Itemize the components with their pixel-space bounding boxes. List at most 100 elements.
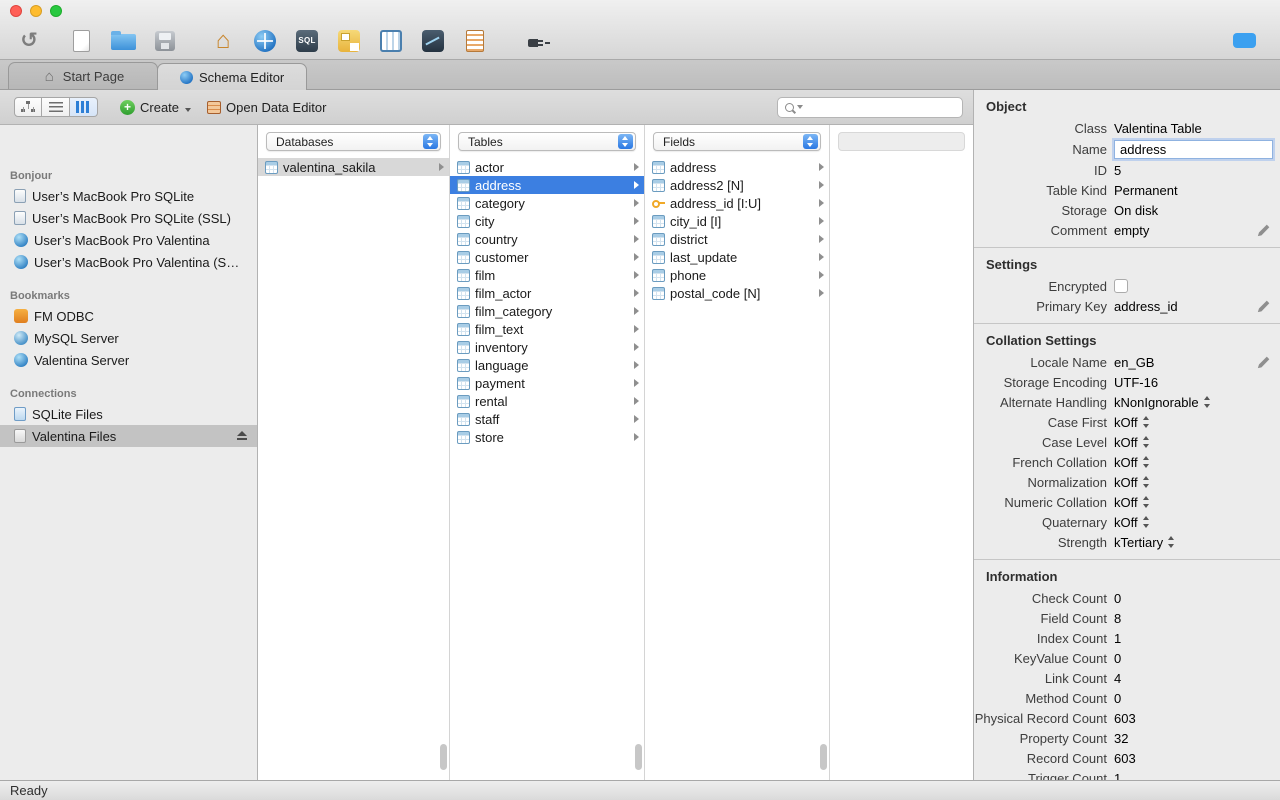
sidebar-section-title: Bonjour xyxy=(10,170,53,182)
list-item[interactable]: country xyxy=(450,230,644,248)
inspector-row-value: kNonIgnorable kNonIgnorable xyxy=(1114,395,1252,410)
minimize-window-button[interactable] xyxy=(30,5,42,17)
name-input[interactable]: address xyxy=(1114,139,1273,159)
list-item-label: store xyxy=(475,429,504,445)
inspector-row: Trigger Count 1 1 xyxy=(974,768,1280,781)
edit-pencil-icon[interactable] xyxy=(1257,223,1271,237)
sidebar-item[interactable]: SQLite Files xyxy=(0,403,257,425)
list-item[interactable]: address_id [I:U] xyxy=(645,194,829,212)
undo-icon[interactable]: ↺ xyxy=(14,25,44,57)
sidebar-item[interactable]: MySQL Server xyxy=(0,327,257,349)
tab-bar: Start Page Schema Editor xyxy=(0,60,1280,90)
sidebar-item[interactable]: User’s MacBook Pro Valentina (S… xyxy=(0,251,257,273)
select-stepper-icon[interactable] xyxy=(1142,436,1151,448)
list-item-icon xyxy=(457,178,470,192)
list-item[interactable]: film_text xyxy=(450,320,644,338)
list-item[interactable]: film_actor xyxy=(450,284,644,302)
list-item-icon xyxy=(457,268,470,282)
list-item[interactable]: category xyxy=(450,194,644,212)
inspector-row-value: kOff kOff xyxy=(1114,415,1252,430)
sidebar-item[interactable]: User’s MacBook Pro Valentina xyxy=(0,229,257,251)
list-item[interactable]: inventory xyxy=(450,338,644,356)
chart-icon[interactable] xyxy=(418,25,448,57)
list-item[interactable]: address2 [N] xyxy=(645,176,829,194)
sidebar-item[interactable]: Valentina Files xyxy=(0,425,257,447)
sql-editor-icon[interactable]: SQL xyxy=(292,25,322,57)
checkbox[interactable] xyxy=(1114,279,1128,293)
eject-icon[interactable] xyxy=(236,431,247,441)
list-item[interactable]: valentina_sakila xyxy=(258,158,449,176)
list-item[interactable]: city xyxy=(450,212,644,230)
sidebar-item[interactable]: FM ODBC xyxy=(0,305,257,327)
close-window-button[interactable] xyxy=(10,5,22,17)
sidebar-item-icon xyxy=(14,255,28,269)
inspector-row-value: 0 0 xyxy=(1114,591,1252,606)
list-item[interactable]: address xyxy=(645,158,829,176)
tab[interactable]: Start Page xyxy=(8,62,158,89)
data-editor-icon xyxy=(207,100,222,114)
column-type-popup[interactable]: Tables xyxy=(458,132,636,151)
column-type-popup[interactable] xyxy=(838,132,965,151)
list-item-icon xyxy=(457,214,470,228)
inspector-row-label: Locale Name xyxy=(1030,354,1107,370)
select-stepper-icon[interactable] xyxy=(1142,456,1151,468)
select-stepper-icon[interactable] xyxy=(1167,536,1176,548)
column-type-popup[interactable]: Databases xyxy=(266,132,441,151)
view-mode-columns-button[interactable] xyxy=(70,97,98,117)
list-item[interactable]: language xyxy=(450,356,644,374)
select-stepper-icon[interactable] xyxy=(1142,516,1151,528)
list-item[interactable]: last_update xyxy=(645,248,829,266)
edit-pencil-icon[interactable] xyxy=(1257,299,1271,313)
create-button[interactable]: Create xyxy=(112,97,199,118)
list-item[interactable]: staff xyxy=(450,410,644,428)
list-item[interactable]: postal_code [N] xyxy=(645,284,829,302)
sidebar-section: Bonjour User’s MacBook Pro SQLite User’s… xyxy=(0,167,257,273)
list-item[interactable]: address xyxy=(450,176,644,194)
open-icon[interactable] xyxy=(108,25,138,57)
view-mode-list-button[interactable] xyxy=(42,97,70,117)
save-icon[interactable] xyxy=(150,25,180,57)
zoom-window-button[interactable] xyxy=(50,5,62,17)
open-data-editor-button[interactable]: Open Data Editor xyxy=(199,97,334,118)
sidebar-item-label: User’s MacBook Pro SQLite (SSL) xyxy=(32,210,231,226)
list-item-label: inventory xyxy=(475,339,528,355)
search-input[interactable] xyxy=(777,96,963,118)
view-mode-tree-button[interactable] xyxy=(14,97,42,117)
sidebar-item[interactable]: User’s MacBook Pro SQLite (SSL) xyxy=(0,207,257,229)
report-icon[interactable] xyxy=(460,25,490,57)
list-item-label: staff xyxy=(475,411,500,427)
sidebar-item[interactable]: User’s MacBook Pro SQLite xyxy=(0,185,257,207)
search-icon[interactable] xyxy=(785,102,794,112)
tab[interactable]: Schema Editor xyxy=(157,63,308,90)
column-type-popup[interactable]: Fields xyxy=(653,132,821,151)
list-item[interactable]: city_id [I] xyxy=(645,212,829,230)
new-document-icon[interactable] xyxy=(66,25,96,57)
list-item[interactable]: store xyxy=(450,428,644,446)
connect-icon[interactable] xyxy=(522,25,552,57)
select-stepper-icon[interactable] xyxy=(1142,476,1151,488)
schema-editor-icon[interactable] xyxy=(250,25,280,57)
list-item[interactable]: actor xyxy=(450,158,644,176)
list-item[interactable]: film_category xyxy=(450,302,644,320)
scrollbar-thumb[interactable] xyxy=(820,744,827,770)
select-stepper-icon[interactable] xyxy=(1203,396,1212,408)
diagram-editor-icon[interactable] xyxy=(334,25,364,57)
edit-pencil-icon[interactable] xyxy=(1257,355,1271,369)
list-item[interactable]: phone xyxy=(645,266,829,284)
list-item[interactable]: district xyxy=(645,230,829,248)
start-page-icon[interactable]: ⌂ xyxy=(208,25,238,57)
column-type-popup-label: Databases xyxy=(276,134,334,149)
list-item[interactable]: payment xyxy=(450,374,644,392)
scrollbar-thumb[interactable] xyxy=(440,744,447,770)
list-item[interactable]: rental xyxy=(450,392,644,410)
list-item[interactable]: customer xyxy=(450,248,644,266)
scrollbar-thumb[interactable] xyxy=(635,744,642,770)
sidebar-item-label: MySQL Server xyxy=(34,330,119,346)
tab-icon xyxy=(42,69,57,83)
select-stepper-icon[interactable] xyxy=(1142,496,1151,508)
list-item[interactable]: film xyxy=(450,266,644,284)
select-stepper-icon[interactable] xyxy=(1142,416,1151,428)
table-editor-icon[interactable] xyxy=(376,25,406,57)
sidebar-item[interactable]: Valentina Server xyxy=(0,349,257,371)
feedback-chat-icon[interactable] xyxy=(1233,33,1256,48)
